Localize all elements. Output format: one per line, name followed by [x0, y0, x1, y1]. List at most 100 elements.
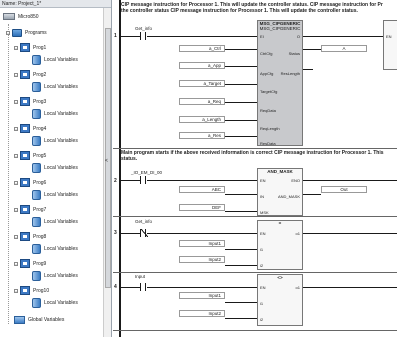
function-block-and-mask[interactable]: AND_MASK EN ENO IN AND_MASK MSK [257, 168, 303, 216]
tree-item-local-variables[interactable]: Local Variables [32, 298, 78, 308]
pin-label: EN [260, 231, 266, 236]
variable-box[interactable]: a_App [179, 62, 225, 69]
wire [225, 66, 257, 67]
tree-item-label: Local Variables [44, 111, 78, 117]
wire [303, 194, 321, 195]
variables-icon [32, 244, 41, 254]
collapse-icon[interactable]: - [14, 99, 18, 104]
tree-item-program[interactable]: - Prog2 [14, 70, 46, 79]
variable-box[interactable]: a_Res [179, 132, 225, 139]
function-block-not-equal[interactable]: <> EN o1 i1 i2 [257, 274, 303, 326]
tree-item-label: Global Variables [28, 317, 65, 323]
program-icon [20, 97, 30, 106]
wire [225, 265, 257, 266]
tree-item-label: Prog7 [33, 206, 47, 213]
rung-comment[interactable]: Main program starts if the above receive… [121, 150, 384, 156]
tree-item-program[interactable]: - Prog3 [14, 97, 46, 106]
variable-box[interactable]: A [321, 45, 367, 52]
tree-item-local-variables[interactable]: Local Variables [32, 82, 78, 92]
variable-box[interactable]: Input1 [179, 240, 225, 247]
collapse-icon[interactable]: - [14, 153, 18, 158]
nc-contact[interactable] [140, 229, 148, 237]
tree-item-program[interactable]: - Prog5 [14, 151, 46, 160]
wire [225, 302, 257, 303]
tree-item-cpu[interactable]: Micro850 [3, 13, 39, 20]
pin-label: TargetCfg [260, 89, 278, 94]
wire [303, 69, 313, 70]
collapse-icon[interactable]: - [14, 126, 18, 131]
tree-item-local-variables[interactable]: Local Variables [32, 244, 78, 254]
collapse-icon[interactable]: - [14, 72, 18, 77]
collapse-icon[interactable]: - [6, 31, 10, 35]
pin-label: AND_MASK [277, 194, 300, 199]
pin-label: EN [260, 178, 266, 183]
collapse-icon[interactable]: - [14, 234, 18, 239]
tree-item-local-variables[interactable]: Local Variables [32, 271, 78, 281]
ladder-editor[interactable]: CIP message instruction for Processor 1.… [113, 0, 397, 337]
variable-box[interactable]: Out [321, 186, 367, 193]
tree-item-label: Prog10 [33, 287, 50, 294]
rung-separator [113, 216, 397, 217]
pin-label: AppCfg [260, 71, 274, 76]
variables-icon [32, 271, 41, 281]
tree-item-program[interactable]: - Prog1 [14, 43, 46, 52]
no-contact[interactable] [140, 32, 146, 40]
tree-item-programs[interactable]: - Programs [6, 29, 47, 37]
collapse-icon[interactable]: - [14, 207, 18, 212]
function-block-equal[interactable]: = EN o1 i1 i2 [257, 220, 303, 270]
tree-item-program[interactable]: - Prog7 [14, 205, 46, 214]
tree-item-program[interactable]: - Prog8 [14, 232, 46, 241]
variable-box[interactable]: a_Ctrl [179, 45, 225, 52]
variable-box[interactable]: DEF [179, 204, 225, 211]
wire [303, 233, 397, 234]
variable-box[interactable]: Input2 [179, 310, 225, 317]
contact-label: Get_info [135, 219, 153, 224]
collapse-icon[interactable]: - [14, 180, 18, 185]
tree-item-local-variables[interactable]: Local Variables [32, 163, 78, 173]
wire [303, 49, 321, 50]
variable-box[interactable]: a_Length [179, 116, 225, 123]
tree-item-program[interactable]: - Prog10 [14, 286, 49, 295]
tree-item-global-variables[interactable]: Global Variables [14, 316, 64, 324]
collapse-icon[interactable]: - [14, 288, 18, 293]
tree-item-label: Prog9 [33, 260, 47, 267]
wire [147, 36, 257, 37]
no-contact[interactable] [140, 283, 146, 291]
pin-label: O [296, 34, 300, 39]
wire [147, 233, 257, 234]
function-block-msg-cipgeneric[interactable]: MSG_CIPGENERIC MSG_CIPGENERIC EI O CtrlC… [257, 20, 303, 146]
scroll-arrow-icon[interactable]: < [105, 158, 108, 164]
tree-line [8, 24, 9, 324]
wire [225, 211, 257, 212]
tree-item-program[interactable]: - Prog9 [14, 259, 46, 268]
pin-label: o1 [295, 285, 300, 290]
tree-item-local-variables[interactable]: Local Variables [32, 55, 78, 65]
tree-item-program[interactable]: - Prog4 [14, 124, 46, 133]
tree-item-label: Local Variables [44, 138, 78, 144]
function-block[interactable]: EN [383, 20, 397, 70]
variable-box[interactable]: Input1 [179, 292, 225, 299]
tree-item-local-variables[interactable]: Local Variables [32, 217, 78, 227]
variable-box[interactable]: ABC [179, 186, 225, 193]
program-icon [20, 124, 30, 133]
project-tree[interactable]: Name: Project_1* Micro850 - Programs - Pr… [0, 0, 112, 337]
collapse-icon[interactable]: - [14, 261, 18, 266]
wire [147, 180, 257, 181]
collapse-icon[interactable]: - [14, 45, 18, 50]
tree-item-label: Local Variables [44, 246, 78, 252]
variable-box[interactable]: Input2 [179, 256, 225, 263]
variables-icon [32, 298, 41, 308]
tree-item-local-variables[interactable]: Local Variables [32, 136, 78, 146]
variable-box[interactable]: a_Req [179, 98, 225, 105]
variable-box[interactable]: a_Target [179, 80, 225, 87]
wire [303, 36, 383, 37]
tree-item-program[interactable]: - Prog6 [14, 178, 46, 187]
tree-item-local-variables[interactable]: Local Variables [32, 190, 78, 200]
pin-label: Status [288, 51, 300, 56]
tree-title: Name: Project_1* [0, 0, 111, 8]
tree-scrollbar[interactable]: < [103, 8, 111, 337]
rung-comment[interactable]: status. [121, 156, 137, 162]
no-contact[interactable] [140, 176, 146, 184]
rung-comment[interactable]: the controller status CIP message instru… [121, 8, 358, 14]
tree-item-local-variables[interactable]: Local Variables [32, 109, 78, 119]
